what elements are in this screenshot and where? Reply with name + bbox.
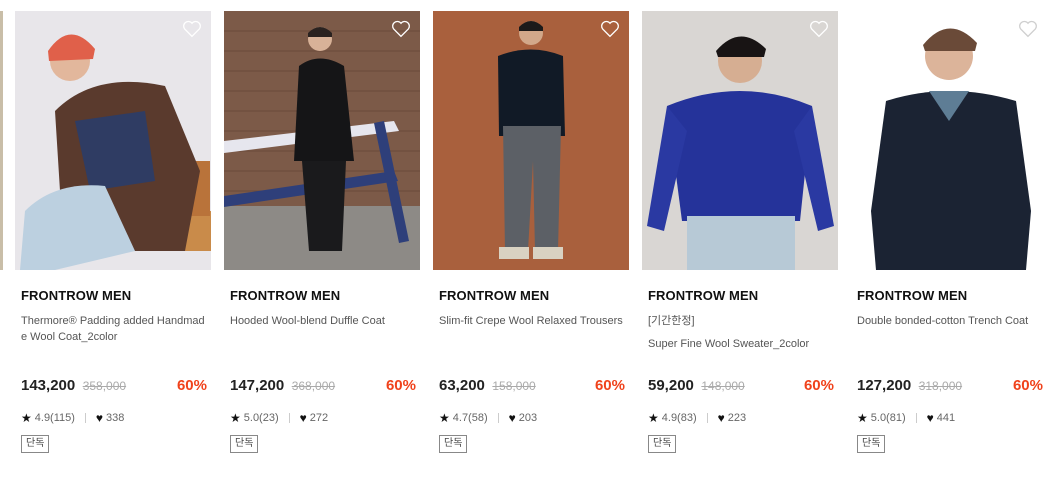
price-row: 147,200 368,000 60% xyxy=(230,377,420,397)
sale-price: 127,200 xyxy=(857,377,912,394)
brand-name[interactable]: FRONTROW MEN xyxy=(439,288,629,304)
heart-filled-icon: ♥ xyxy=(926,411,934,425)
brand-name[interactable]: FRONTROW MEN xyxy=(21,288,211,304)
rating-value: 4.9(115) xyxy=(34,412,75,424)
product-card[interactable]: FRONTROW MEN Hooded Wool-blend Duffle Co… xyxy=(224,11,420,453)
divider xyxy=(497,413,499,423)
review-meta: ★ 4.9(115) ♥ 338 xyxy=(21,411,211,425)
product-image[interactable] xyxy=(15,11,211,270)
wishlist-heart-icon[interactable] xyxy=(182,20,202,38)
review-meta: ★ 5.0(81) ♥ 441 xyxy=(857,411,1047,425)
wishlist-heart-icon[interactable] xyxy=(391,20,411,38)
discount-rate: 60% xyxy=(803,377,834,394)
sale-price: 143,200 xyxy=(21,377,76,394)
rating-value: 4.9(83) xyxy=(661,412,697,424)
discount-rate: 60% xyxy=(385,377,416,394)
product-card[interactable]: FRONTROW MEN Thermore® Padding added Han… xyxy=(15,11,211,453)
product-name[interactable]: Double bonded-cotton Trench Coat xyxy=(857,313,1043,377)
heart-filled-icon: ♥ xyxy=(717,411,725,425)
review-meta: ★ 4.9(83) ♥ 223 xyxy=(648,411,838,425)
review-meta: ★ 5.0(23) ♥ 272 xyxy=(230,411,420,425)
heart-filled-icon: ♥ xyxy=(299,411,307,425)
product-image[interactable] xyxy=(851,11,1047,270)
heart-filled-icon: ♥ xyxy=(95,411,104,425)
wishlist-heart-icon[interactable] xyxy=(809,20,829,38)
divider xyxy=(706,413,708,423)
like-count: 203 xyxy=(518,412,538,424)
product-image[interactable] xyxy=(642,11,838,270)
star-icon: ★ xyxy=(230,411,241,425)
product-name-text: Hooded Wool-blend Duffle Coat xyxy=(230,315,385,327)
product-image[interactable] xyxy=(224,11,420,270)
product-name[interactable]: Hooded Wool-blend Duffle Coat xyxy=(230,313,416,377)
original-price: 148,000 xyxy=(701,379,745,393)
sale-price: 59,200 xyxy=(648,377,694,394)
price-row: 127,200 318,000 60% xyxy=(857,377,1047,397)
rating-value: 5.0(81) xyxy=(870,412,906,424)
like-count: 223 xyxy=(727,412,747,424)
like-count: 441 xyxy=(936,412,956,424)
divider xyxy=(915,413,917,423)
product-name-text: Double bonded-cotton Trench Coat xyxy=(857,315,1029,327)
price-row: 143,200 358,000 60% xyxy=(21,377,211,397)
product-card[interactable]: FRONTROW MEN [기간한정] Super Fine Wool Swea… xyxy=(642,11,838,453)
original-price: 318,000 xyxy=(918,379,963,393)
product-image[interactable] xyxy=(433,11,629,270)
brand-name[interactable]: FRONTROW MEN xyxy=(857,288,1047,304)
exclusive-badge: 단독 xyxy=(648,435,677,453)
review-meta: ★ 4.7(58) ♥ 203 xyxy=(439,411,629,425)
product-name[interactable]: Slim-fit Crepe Wool Relaxed Trousers xyxy=(439,313,625,377)
exclusive-badge: 단독 xyxy=(857,435,886,453)
rating-value: 5.0(23) xyxy=(243,412,279,424)
discount-rate: 60% xyxy=(1012,377,1043,394)
star-icon: ★ xyxy=(439,411,450,425)
original-price: 358,000 xyxy=(82,379,127,393)
wishlist-heart-icon[interactable] xyxy=(1018,20,1038,38)
star-icon: ★ xyxy=(857,411,868,425)
exclusive-badge: 단독 xyxy=(439,435,468,453)
wishlist-heart-icon[interactable] xyxy=(600,20,620,38)
divider xyxy=(84,413,86,423)
product-name[interactable]: Thermore® Padding added Handmade Wool Co… xyxy=(21,313,207,377)
original-price: 368,000 xyxy=(291,379,336,393)
heart-filled-icon: ♥ xyxy=(508,411,516,425)
discount-rate: 60% xyxy=(594,377,625,394)
previous-card-edge xyxy=(0,11,3,270)
product-name-text: Super Fine Wool Sweater_2color xyxy=(648,338,810,350)
star-icon: ★ xyxy=(648,411,659,425)
like-count: 338 xyxy=(106,412,125,424)
brand-name[interactable]: FRONTROW MEN xyxy=(648,288,838,304)
rating-value: 4.7(58) xyxy=(452,412,488,424)
product-card[interactable]: FRONTROW MEN Double bonded-cotton Trench… xyxy=(851,11,1047,453)
sale-price: 147,200 xyxy=(230,377,285,394)
divider xyxy=(288,413,290,423)
discount-rate: 60% xyxy=(176,377,207,394)
brand-name[interactable]: FRONTROW MEN xyxy=(230,288,420,304)
price-row: 63,200 158,000 60% xyxy=(439,377,629,397)
price-row: 59,200 148,000 60% xyxy=(648,377,838,397)
product-name[interactable]: [기간한정] Super Fine Wool Sweater_2color xyxy=(648,313,834,377)
original-price: 158,000 xyxy=(492,379,536,393)
star-icon: ★ xyxy=(21,411,32,425)
product-card[interactable]: FRONTROW MEN Slim-fit Crepe Wool Relaxed… xyxy=(433,11,629,453)
exclusive-badge: 단독 xyxy=(230,435,259,453)
like-count: 272 xyxy=(309,412,329,424)
sale-price: 63,200 xyxy=(439,377,485,394)
product-name-text: Thermore® Padding added Handmade Wool Co… xyxy=(21,315,205,343)
exclusive-badge: 단독 xyxy=(21,435,50,453)
product-grid: FRONTROW MEN Thermore® Padding added Han… xyxy=(15,11,1047,453)
product-name-text: Slim-fit Crepe Wool Relaxed Trousers xyxy=(439,315,623,327)
promo-tag: [기간한정] xyxy=(648,315,695,327)
